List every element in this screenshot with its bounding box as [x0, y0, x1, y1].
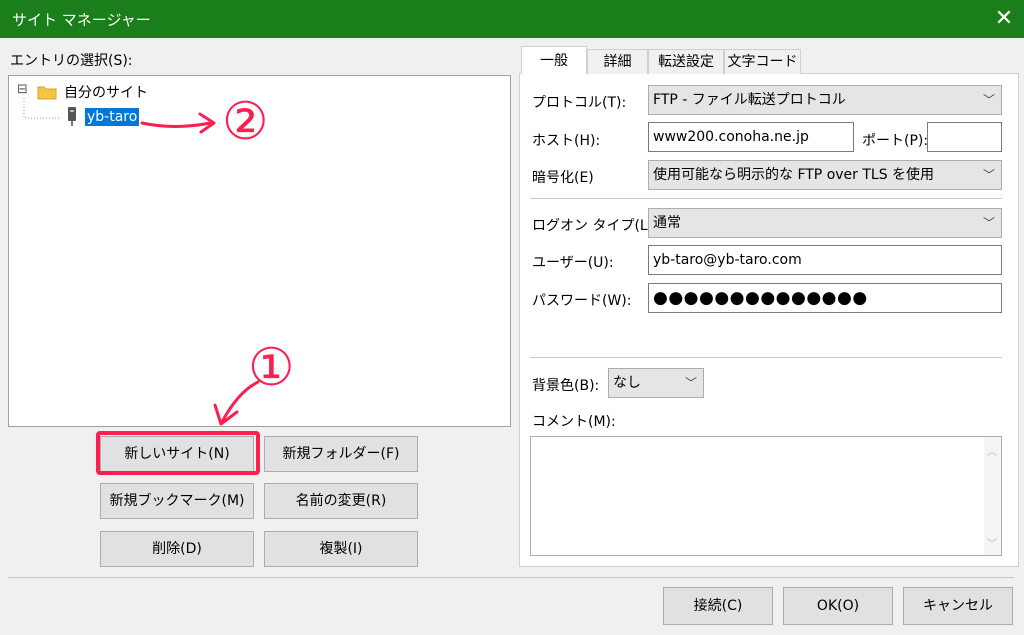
logon-type-select[interactable]: 通常 ﹀ [648, 208, 1002, 238]
cancel-button[interactable]: キャンセル [903, 587, 1013, 625]
protocol-value: FTP - ファイル転送プロトコル [653, 92, 846, 108]
protocol-select[interactable]: FTP - ファイル転送プロトコル ﹀ [648, 85, 1002, 115]
tab-charset[interactable]: 文字コード [724, 49, 801, 74]
logon-type-label: ログオン タイプ(L): [532, 218, 658, 234]
tree-site-yb-taro[interactable]: yb-taro [85, 108, 140, 126]
password-input[interactable]: ●●●●●●●●●●●●●● [648, 283, 1002, 313]
bgcolor-select[interactable]: なし ﹀ [608, 368, 704, 398]
bgcolor-value: なし [613, 375, 641, 391]
tab-general[interactable]: 一般 [521, 46, 587, 74]
tab-transfer-settings[interactable]: 転送設定 [648, 49, 724, 74]
host-input[interactable]: www200.conoha.ne.jp [648, 122, 854, 152]
chevron-down-icon: ﹀ [982, 168, 995, 182]
encryption-select[interactable]: 使用可能なら明示的な FTP over TLS を使用 ﹀ [648, 160, 1002, 190]
ok-button[interactable]: OK(O) [783, 587, 893, 625]
comment-textarea[interactable]: ︿ ﹀ [530, 436, 1002, 556]
window-title: サイト マネージャー [12, 11, 151, 29]
tab-advanced[interactable]: 詳細 [587, 49, 648, 74]
tree-root-label[interactable]: 自分のサイト [64, 82, 148, 102]
new-site-button[interactable]: 新しいサイト(N) [100, 436, 254, 472]
host-label: ホスト(H): [532, 133, 601, 149]
footer-divider [8, 577, 1014, 578]
new-folder-button[interactable]: 新規フォルダー(F) [264, 436, 418, 472]
chevron-down-icon: ﹀ [684, 376, 697, 390]
comment-label: コメント(M): [532, 414, 616, 430]
user-input[interactable]: yb-taro@yb-taro.com [648, 245, 1002, 275]
delete-button[interactable]: 削除(D) [100, 531, 254, 567]
entries-label: エントリの選択(S): [10, 53, 133, 69]
scroll-up-icon[interactable]: ︿ [987, 443, 997, 458]
connect-button[interactable]: 接続(C) [663, 587, 773, 625]
encryption-label: 暗号化(E) [532, 170, 594, 186]
title-bar [0, 0, 1024, 38]
rename-button[interactable]: 名前の変更(R) [264, 483, 418, 519]
chevron-down-icon: ﹀ [982, 93, 995, 107]
protocol-label: プロトコル(T): [532, 95, 627, 111]
divider [530, 357, 1002, 358]
port-label: ポート(P): [862, 133, 929, 149]
comment-scrollbar[interactable]: ︿ ﹀ [984, 437, 1001, 555]
password-label: パスワード(W): [532, 293, 632, 309]
divider [530, 198, 1002, 199]
site-tree[interactable]: ⊟ 自分のサイト yb-taro [8, 75, 511, 427]
collapse-icon[interactable]: ⊟ [17, 82, 28, 97]
scroll-down-icon[interactable]: ﹀ [987, 535, 997, 550]
logon-type-value: 通常 [653, 215, 681, 231]
duplicate-button[interactable]: 複製(I) [264, 531, 418, 567]
new-bookmark-button[interactable]: 新規ブックマーク(M) [100, 483, 254, 519]
tree-connector [23, 98, 60, 119]
port-input[interactable] [927, 122, 1002, 152]
close-icon[interactable]: ✕ [984, 0, 1024, 38]
encryption-value: 使用可能なら明示的な FTP over TLS を使用 [653, 167, 935, 183]
server-icon [68, 107, 76, 126]
bgcolor-label: 背景色(B): [532, 378, 600, 394]
user-label: ユーザー(U): [532, 255, 614, 271]
chevron-down-icon: ﹀ [982, 216, 995, 230]
